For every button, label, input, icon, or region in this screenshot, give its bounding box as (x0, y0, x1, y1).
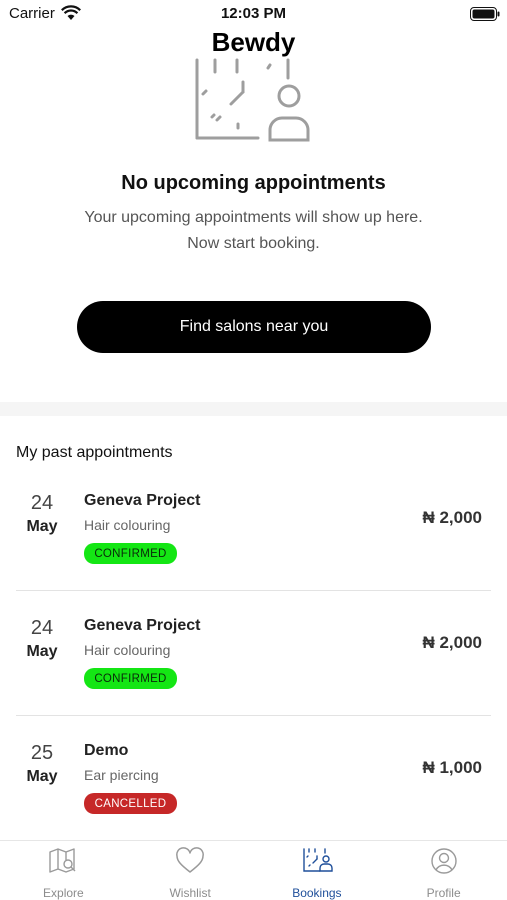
appointment-price: ₦ 1,000 (422, 758, 482, 777)
past-appointments-title: My past appointments (16, 444, 173, 461)
status-bar: Carrier 12:03 PM (0, 0, 507, 28)
empty-state-subtitle-line2: Now start booking. (187, 235, 320, 252)
appointment-service: Hair colouring (84, 517, 171, 533)
appointment-day: 24 (30, 617, 54, 639)
find-salons-button[interactable]: Find salons near you (77, 301, 431, 353)
appointment-row[interactable]: 24 May Geneva Project Hair colouring CON… (0, 466, 507, 591)
tab-label: Wishlist (169, 886, 211, 900)
appointment-salon: Geneva Project (84, 492, 201, 509)
status-badge: CANCELLED (84, 793, 177, 814)
tab-profile[interactable]: Profile (380, 841, 507, 900)
heart-icon (176, 847, 205, 873)
section-divider (0, 402, 507, 416)
appointment-month: May (26, 643, 58, 660)
appointment-salon: Geneva Project (84, 617, 201, 634)
empty-state-subtitle: Your upcoming appointments will show up … (0, 205, 507, 257)
tab-explore[interactable]: Explore (0, 841, 127, 900)
appointment-month: May (26, 768, 58, 785)
appointment-month: May (26, 518, 58, 535)
appointment-price: ₦ 2,000 (422, 508, 482, 527)
appointment-salon: Demo (84, 742, 129, 759)
appointment-day: 25 (30, 742, 54, 764)
calendar-person-icon (303, 848, 333, 872)
status-time: 12:03 PM (220, 5, 287, 22)
status-badge: CONFIRMED (84, 668, 177, 689)
tab-label: Profile (426, 886, 461, 900)
battery-icon (470, 7, 500, 21)
map-search-icon (49, 848, 76, 873)
empty-state-title: No upcoming appointments (121, 172, 386, 194)
empty-state-subtitle-line1: Your upcoming appointments will show up … (84, 209, 423, 226)
status-badge: CONFIRMED (84, 543, 177, 564)
user-circle-icon (430, 848, 457, 874)
appointment-service: Ear piercing (84, 767, 159, 783)
appointment-row[interactable]: 25 May Demo Ear piercing CANCELLED ₦ 1,0… (0, 716, 507, 841)
tab-bar: Explore Wishlist Bookings Profile (0, 840, 507, 900)
tab-label: Explore (43, 886, 84, 900)
calendar-person-icon (195, 58, 310, 142)
appointment-row[interactable]: 24 May Geneva Project Hair colouring CON… (0, 591, 507, 716)
tab-wishlist[interactable]: Wishlist (127, 841, 254, 900)
appointment-price: ₦ 2,000 (422, 633, 482, 652)
tab-label: Bookings (292, 886, 342, 900)
tab-bookings[interactable]: Bookings (254, 841, 381, 900)
page-title: Bewdy (211, 27, 296, 57)
appointment-service: Hair colouring (84, 642, 171, 658)
appointment-day: 24 (30, 492, 54, 514)
